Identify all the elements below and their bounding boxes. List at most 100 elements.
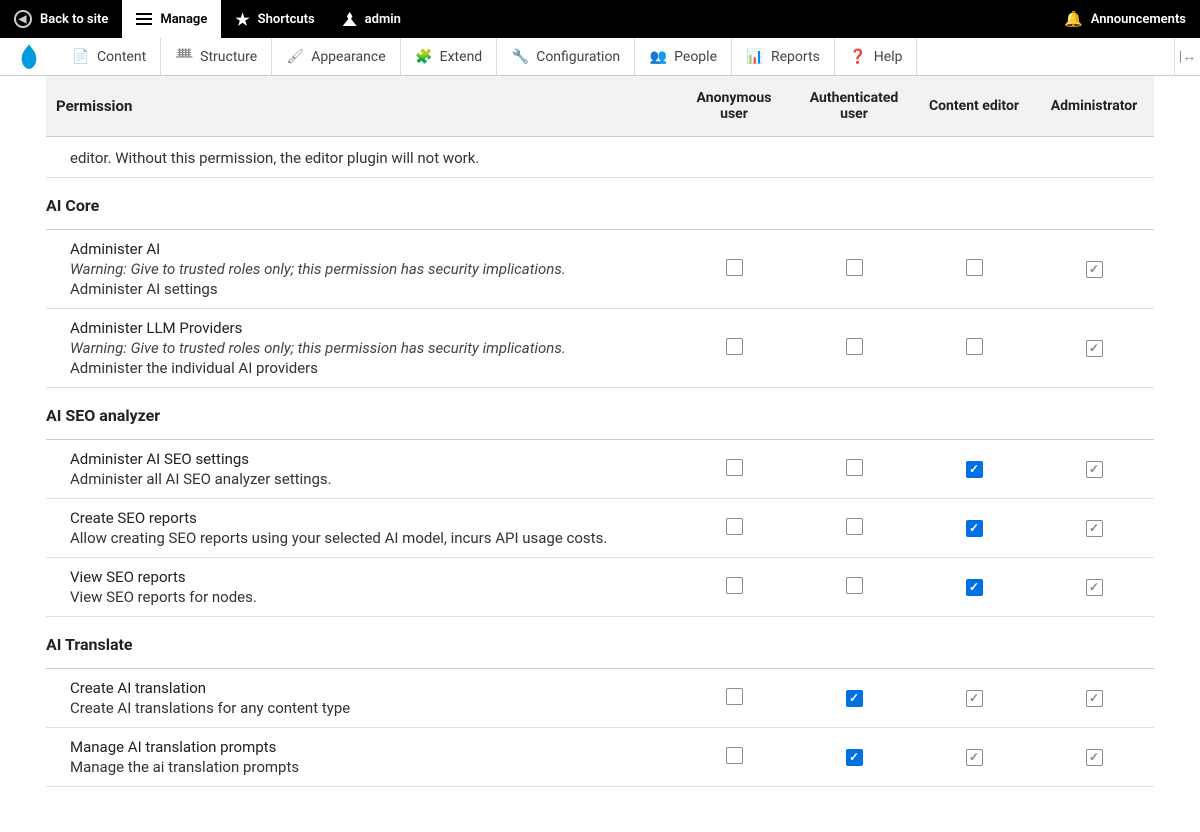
menu-configuration[interactable]: 🔧 Configuration bbox=[497, 38, 635, 75]
header-role-administrator: Administrator bbox=[1034, 76, 1154, 137]
drupal-logo-icon[interactable] bbox=[0, 38, 58, 75]
permissions-table: Permission Anonymous user Authenticated … bbox=[46, 76, 1154, 787]
checkbox[interactable]: ✓ bbox=[966, 749, 983, 766]
menu-help-label: Help bbox=[874, 49, 903, 65]
back-to-site-link[interactable]: ◀ Back to site bbox=[0, 0, 122, 38]
admin-user-label: admin bbox=[365, 12, 401, 27]
checkbox[interactable]: ✓ bbox=[846, 749, 863, 766]
header-role-content-editor: Content editor bbox=[914, 76, 1034, 137]
file-icon: 📄 bbox=[72, 48, 90, 66]
checkbox[interactable]: ✓ bbox=[1086, 520, 1103, 537]
checkbox[interactable]: ✓ bbox=[1086, 340, 1103, 357]
permission-row: Administer AI SEO settings Administer all… bbox=[46, 440, 1154, 499]
permission-group-header: AI Core bbox=[46, 178, 1154, 230]
checkbox[interactable] bbox=[726, 688, 743, 705]
back-arrow-icon: ◀ bbox=[14, 10, 32, 28]
announcements-label: Announcements bbox=[1091, 12, 1186, 27]
menu-extend-label: Extend bbox=[440, 49, 483, 65]
chart-icon: 📊 bbox=[746, 48, 764, 66]
shortcuts-link[interactable]: ★ Shortcuts bbox=[221, 0, 328, 38]
checkbox[interactable] bbox=[966, 338, 983, 355]
checkbox[interactable]: ✓ bbox=[1086, 749, 1103, 766]
menu-help[interactable]: ❓ Help bbox=[835, 38, 918, 75]
permission-description: editor. Without this permission, the edi… bbox=[70, 149, 662, 167]
permission-title: Create SEO reports bbox=[70, 509, 662, 527]
checkbox[interactable]: ✓ bbox=[1086, 690, 1103, 707]
menu-reports[interactable]: 📊 Reports bbox=[732, 38, 835, 75]
permission-row: Administer AI Warning: Give to trusted ro… bbox=[46, 230, 1154, 309]
manage-toggle[interactable]: Manage bbox=[122, 0, 221, 38]
checkbox[interactable] bbox=[726, 259, 743, 276]
permission-row: Administer LLM Providers Warning: Give to… bbox=[46, 309, 1154, 388]
star-icon: ★ bbox=[235, 10, 249, 29]
structure-icon: ᚙ bbox=[175, 48, 193, 66]
menu-reports-label: Reports bbox=[771, 49, 820, 65]
announcements-link[interactable]: 🔔 Announcements bbox=[1050, 0, 1200, 38]
shortcuts-label: Shortcuts bbox=[258, 12, 315, 27]
checkbox[interactable] bbox=[846, 259, 863, 276]
permission-group-header: AI SEO analyzer bbox=[46, 388, 1154, 440]
permission-description: View SEO reports for nodes. bbox=[70, 588, 662, 606]
permission-row: Create AI translation Create AI translati… bbox=[46, 669, 1154, 728]
checkbox[interactable]: ✓ bbox=[966, 579, 983, 596]
permission-row: Create SEO reportsAllow creating SEO rep… bbox=[46, 499, 1154, 558]
brush-icon: 🖌 bbox=[286, 48, 304, 66]
menu-appearance-label: Appearance bbox=[311, 49, 385, 65]
checkbox[interactable]: ✓ bbox=[966, 461, 983, 478]
menu-content-label: Content bbox=[97, 49, 146, 65]
checkbox[interactable] bbox=[726, 459, 743, 476]
checkbox[interactable] bbox=[846, 518, 863, 535]
hamburger-icon bbox=[136, 18, 152, 20]
permission-warning: Warning: Give to trusted roles only; thi… bbox=[70, 339, 662, 357]
checkbox[interactable] bbox=[726, 518, 743, 535]
menu-structure[interactable]: ᚙStructure bbox=[161, 38, 272, 75]
permission-title: Administer AI bbox=[70, 240, 662, 258]
checkbox[interactable]: ✓ bbox=[966, 520, 983, 537]
header-role-authenticated: Authenticated user bbox=[794, 76, 914, 137]
admin-toolbar: ◀ Back to site Manage ★ Shortcuts admin … bbox=[0, 0, 1200, 38]
people-icon: 👥 bbox=[649, 48, 667, 66]
checkbox[interactable] bbox=[726, 747, 743, 764]
checkbox[interactable] bbox=[726, 577, 743, 594]
person-icon bbox=[343, 12, 357, 26]
header-permission: Permission bbox=[46, 76, 674, 137]
permission-warning: Warning: Give to trusted roles only; thi… bbox=[70, 260, 662, 278]
permission-row: Manage AI translation promptsManage the … bbox=[46, 728, 1154, 787]
permission-description: Administer all AI SEO analyzer settings. bbox=[70, 470, 662, 488]
bell-icon: 🔔 bbox=[1064, 10, 1083, 28]
checkbox[interactable] bbox=[726, 338, 743, 355]
admin-user-menu[interactable]: admin bbox=[329, 0, 415, 38]
checkbox[interactable]: ✓ bbox=[846, 690, 863, 707]
wrench-icon: 🔧 bbox=[511, 48, 529, 66]
checkbox[interactable]: ✓ bbox=[1086, 461, 1103, 478]
checkbox[interactable] bbox=[846, 459, 863, 476]
menu-people[interactable]: 👥 People bbox=[635, 38, 732, 75]
checkbox[interactable] bbox=[846, 338, 863, 355]
admin-menu: 📄Content ᚙStructure 🖌Appearance 🧩Extend … bbox=[0, 38, 1200, 76]
back-to-site-label: Back to site bbox=[40, 12, 108, 27]
permission-description: Manage the ai translation prompts bbox=[70, 758, 662, 776]
permission-title: Administer LLM Providers bbox=[70, 319, 662, 337]
permission-row: View SEO reportsView SEO reports for nod… bbox=[46, 558, 1154, 617]
permission-description: Administer AI settings bbox=[70, 280, 662, 298]
permission-row: editor. Without this permission, the edi… bbox=[46, 137, 1154, 178]
permission-title: Administer AI SEO settings bbox=[70, 450, 662, 468]
menu-people-label: People bbox=[674, 49, 717, 65]
orientation-toggle[interactable]: |↔ bbox=[1174, 38, 1200, 75]
checkbox[interactable]: ✓ bbox=[1086, 579, 1103, 596]
menu-content[interactable]: 📄 Content bbox=[58, 38, 161, 75]
permission-group-header: AI Translate bbox=[46, 617, 1154, 669]
menu-configuration-label: Configuration bbox=[536, 49, 620, 65]
checkbox[interactable] bbox=[846, 577, 863, 594]
permission-title: Create AI translation bbox=[70, 679, 662, 697]
menu-appearance[interactable]: 🖌 Appearance bbox=[272, 38, 400, 75]
permissions-region: Permission Anonymous user Authenticated … bbox=[0, 76, 1200, 787]
permission-description: Create AI translations for any content t… bbox=[70, 699, 662, 717]
menu-extend[interactable]: 🧩 Extend bbox=[401, 38, 498, 75]
checkbox[interactable]: ✓ bbox=[1086, 261, 1103, 278]
checkbox[interactable]: ✓ bbox=[966, 690, 983, 707]
puzzle-icon: 🧩 bbox=[415, 48, 433, 66]
manage-label: Manage bbox=[160, 12, 207, 27]
help-icon: ❓ bbox=[849, 48, 867, 66]
checkbox[interactable] bbox=[966, 259, 983, 276]
